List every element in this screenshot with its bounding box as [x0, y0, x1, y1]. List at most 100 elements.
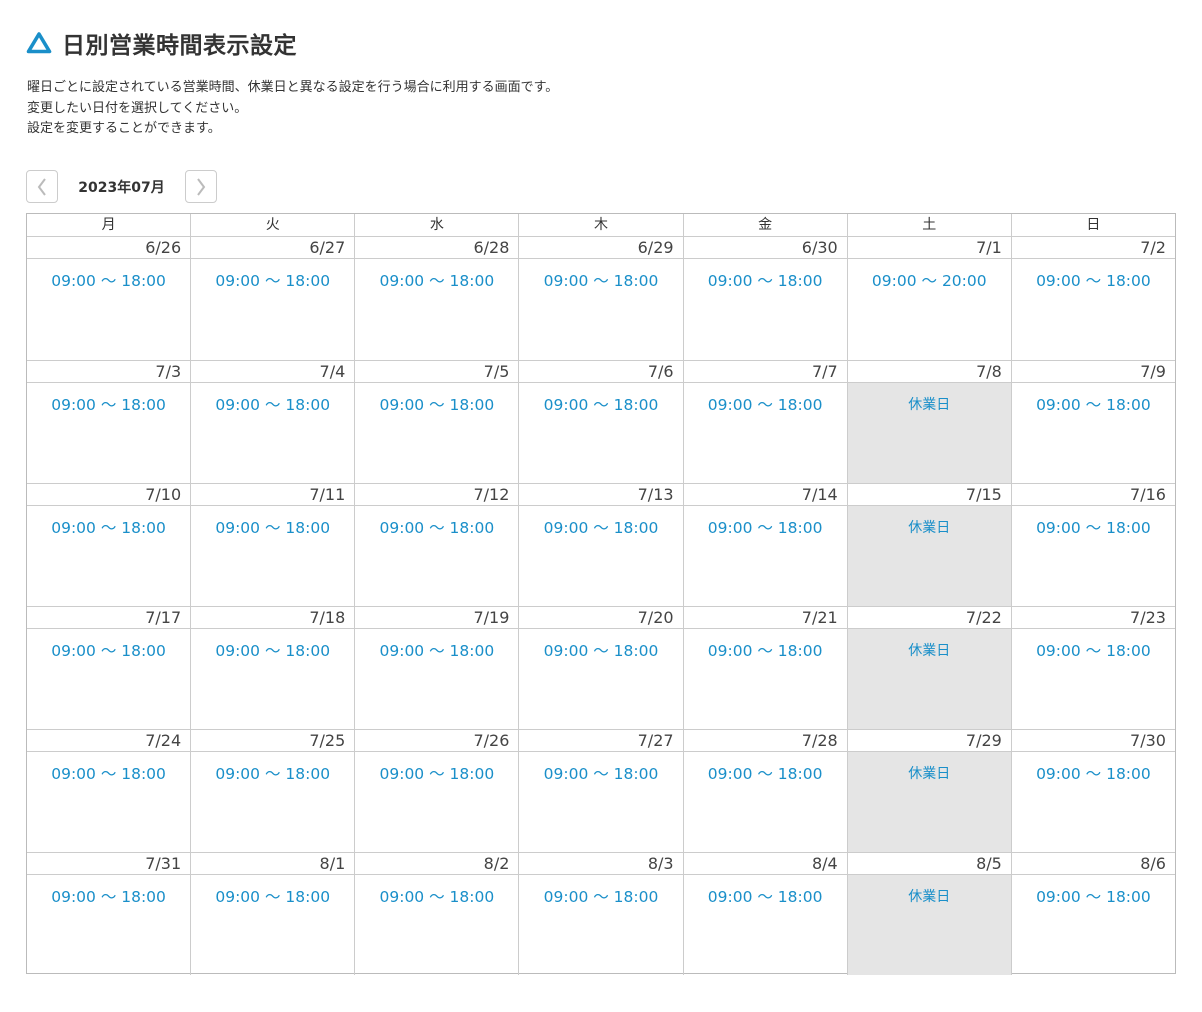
calendar-day-cell[interactable]: 7/17 09:00 〜 18:00	[27, 607, 191, 729]
calendar-day-cell[interactable]: 8/4 09:00 〜 18:00	[682, 853, 847, 975]
chevron-right-icon	[197, 177, 206, 196]
calendar-day-cell[interactable]: 7/22 休業日	[846, 607, 1011, 729]
day-date-label: 8/6	[1011, 853, 1175, 875]
calendar-day-cell[interactable]: 6/29 09:00 〜 18:00	[518, 237, 683, 360]
business-hours-label: 09:00 〜 18:00	[543, 519, 659, 537]
business-hours-label: 09:00 〜 20:00	[871, 272, 987, 290]
day-date-label: 7/8	[847, 361, 1011, 383]
weekday-header: 土	[846, 214, 1011, 236]
day-date-label: 7/23	[1011, 607, 1175, 629]
calendar-day-cell[interactable]: 7/11 09:00 〜 18:00	[190, 484, 355, 606]
business-hours-label: 09:00 〜 18:00	[51, 272, 166, 290]
calendar-day-cell[interactable]: 7/20 09:00 〜 18:00	[518, 607, 683, 729]
weekday-header: 水	[354, 214, 518, 236]
triangle-logo-icon	[26, 32, 52, 54]
day-date-label: 7/1	[847, 237, 1011, 259]
calendar-day-cell[interactable]: 8/5 休業日	[846, 853, 1011, 975]
calendar-day-cell[interactable]: 6/27 09:00 〜 18:00	[190, 237, 355, 360]
calendar-day-cell[interactable]: 7/12 09:00 〜 18:00	[354, 484, 519, 606]
calendar-day-cell[interactable]: 7/10 09:00 〜 18:00	[27, 484, 191, 606]
calendar-day-cell[interactable]: 7/14 09:00 〜 18:00	[682, 484, 847, 606]
calendar-day-cell[interactable]: 7/24 09:00 〜 18:00	[27, 730, 191, 852]
day-date-label: 7/19	[355, 607, 519, 629]
business-hours-label: 09:00 〜 18:00	[51, 888, 166, 906]
calendar-day-cell[interactable]: 7/28 09:00 〜 18:00	[682, 730, 847, 852]
calendar-day-cell[interactable]: 7/5 09:00 〜 18:00	[354, 361, 519, 483]
calendar-day-cell[interactable]: 8/3 09:00 〜 18:00	[518, 853, 683, 975]
closed-day-label: 休業日	[847, 629, 1011, 729]
business-hours-label: 09:00 〜 18:00	[379, 519, 495, 537]
calendar-day-cell[interactable]: 7/23 09:00 〜 18:00	[1010, 607, 1175, 729]
day-date-label: 7/22	[847, 607, 1011, 629]
calendar-day-cell[interactable]: 7/7 09:00 〜 18:00	[682, 361, 847, 483]
calendar-day-cell[interactable]: 7/15 休業日	[846, 484, 1011, 606]
business-hours-label: 09:00 〜 18:00	[51, 642, 166, 660]
next-month-button[interactable]	[185, 170, 217, 203]
calendar-day-cell[interactable]: 7/19 09:00 〜 18:00	[354, 607, 519, 729]
calendar-day-cell[interactable]: 7/21 09:00 〜 18:00	[682, 607, 847, 729]
calendar-day-cell[interactable]: 7/3 09:00 〜 18:00	[27, 361, 191, 483]
weekday-header-row: 月 火 水 木 金 土 日	[27, 214, 1175, 237]
day-date-label: 8/2	[355, 853, 519, 875]
calendar-day-cell[interactable]: 6/30 09:00 〜 18:00	[682, 237, 847, 360]
business-hours-label: 09:00 〜 18:00	[215, 642, 331, 660]
day-date-label: 7/11	[191, 484, 355, 506]
business-hours-label: 09:00 〜 18:00	[1036, 765, 1151, 783]
calendar-week-row: 7/17 09:00 〜 18:00 7/18 09:00 〜 18:00 7/19 09…	[27, 606, 1175, 729]
business-hours-label: 09:00 〜 18:00	[543, 888, 659, 906]
description-line: 曜日ごとに設定されている営業時間、休業日と異なる設定を行う場合に利用する画面です…	[27, 80, 559, 95]
current-month-label: 2023年07月	[78, 179, 165, 196]
business-hours-label: 09:00 〜 18:00	[707, 519, 823, 537]
day-date-label: 7/28	[683, 730, 847, 752]
calendar-day-cell[interactable]: 7/26 09:00 〜 18:00	[354, 730, 519, 852]
business-hours-label: 09:00 〜 18:00	[51, 765, 166, 783]
calendar-day-cell[interactable]: 7/29 休業日	[846, 730, 1011, 852]
day-date-label: 7/2	[1011, 237, 1175, 259]
description-line: 変更したい日付を選択してください。	[27, 100, 248, 116]
business-hours-label: 09:00 〜 18:00	[707, 642, 823, 660]
business-hours-label: 09:00 〜 18:00	[707, 272, 823, 290]
calendar-day-cell[interactable]: 7/6 09:00 〜 18:00	[518, 361, 683, 483]
page-header: 日別営業時間表示設定	[26, 28, 297, 59]
business-hours-label: 09:00 〜 18:00	[379, 272, 495, 290]
day-date-label: 7/10	[27, 484, 191, 506]
calendar-day-cell[interactable]: 7/13 09:00 〜 18:00	[518, 484, 683, 606]
calendar-day-cell[interactable]: 7/18 09:00 〜 18:00	[190, 607, 355, 729]
day-date-label: 7/21	[683, 607, 847, 629]
business-hours-label: 09:00 〜 18:00	[215, 765, 331, 783]
calendar-day-cell[interactable]: 7/4 09:00 〜 18:00	[190, 361, 355, 483]
day-date-label: 7/5	[355, 361, 519, 383]
business-hours-label: 09:00 〜 18:00	[215, 888, 331, 906]
day-date-label: 7/27	[519, 730, 683, 752]
day-date-label: 7/7	[683, 361, 847, 383]
calendar-day-cell[interactable]: 8/2 09:00 〜 18:00	[354, 853, 519, 975]
calendar-day-cell[interactable]: 8/1 09:00 〜 18:00	[190, 853, 355, 975]
calendar-day-cell[interactable]: 7/25 09:00 〜 18:00	[190, 730, 355, 852]
calendar-day-cell[interactable]: 7/16 09:00 〜 18:00	[1010, 484, 1175, 606]
day-date-label: 7/20	[519, 607, 683, 629]
day-date-label: 6/29	[519, 237, 683, 259]
calendar-day-cell[interactable]: 8/6 09:00 〜 18:00	[1010, 853, 1175, 975]
calendar-day-cell[interactable]: 7/8 休業日	[846, 361, 1011, 483]
weekday-header: 木	[518, 214, 682, 236]
calendar-weeks: 6/26 09:00 〜 18:00 6/27 09:00 〜 18:00 6/28 09…	[27, 237, 1175, 975]
page-description: 曜日ごとに設定されている営業時間、休業日と異なる設定を行う場合に利用する画面です…	[27, 78, 558, 140]
calendar-day-cell[interactable]: 7/1 09:00 〜 20:00	[846, 237, 1011, 360]
day-date-label: 7/6	[519, 361, 683, 383]
calendar-day-cell[interactable]: 7/27 09:00 〜 18:00	[518, 730, 683, 852]
prev-month-button[interactable]	[26, 170, 58, 203]
calendar-day-cell[interactable]: 7/2 09:00 〜 18:00	[1010, 237, 1175, 360]
business-hours-label: 09:00 〜 18:00	[543, 642, 659, 660]
calendar-day-cell[interactable]: 6/28 09:00 〜 18:00	[354, 237, 519, 360]
business-hours-label: 09:00 〜 18:00	[1036, 642, 1151, 660]
business-hours-label: 09:00 〜 18:00	[51, 519, 166, 537]
business-hours-label: 09:00 〜 18:00	[379, 765, 495, 783]
calendar-week-row: 7/24 09:00 〜 18:00 7/25 09:00 〜 18:00 7/26 09…	[27, 729, 1175, 852]
business-hours-label: 09:00 〜 18:00	[543, 272, 659, 290]
calendar-day-cell[interactable]: 7/9 09:00 〜 18:00	[1010, 361, 1175, 483]
calendar-day-cell[interactable]: 7/30 09:00 〜 18:00	[1010, 730, 1175, 852]
day-date-label: 7/31	[27, 853, 191, 875]
calendar-day-cell[interactable]: 7/31 09:00 〜 18:00	[27, 853, 191, 975]
business-hours-label: 09:00 〜 18:00	[707, 888, 823, 906]
calendar-day-cell[interactable]: 6/26 09:00 〜 18:00	[27, 237, 191, 360]
